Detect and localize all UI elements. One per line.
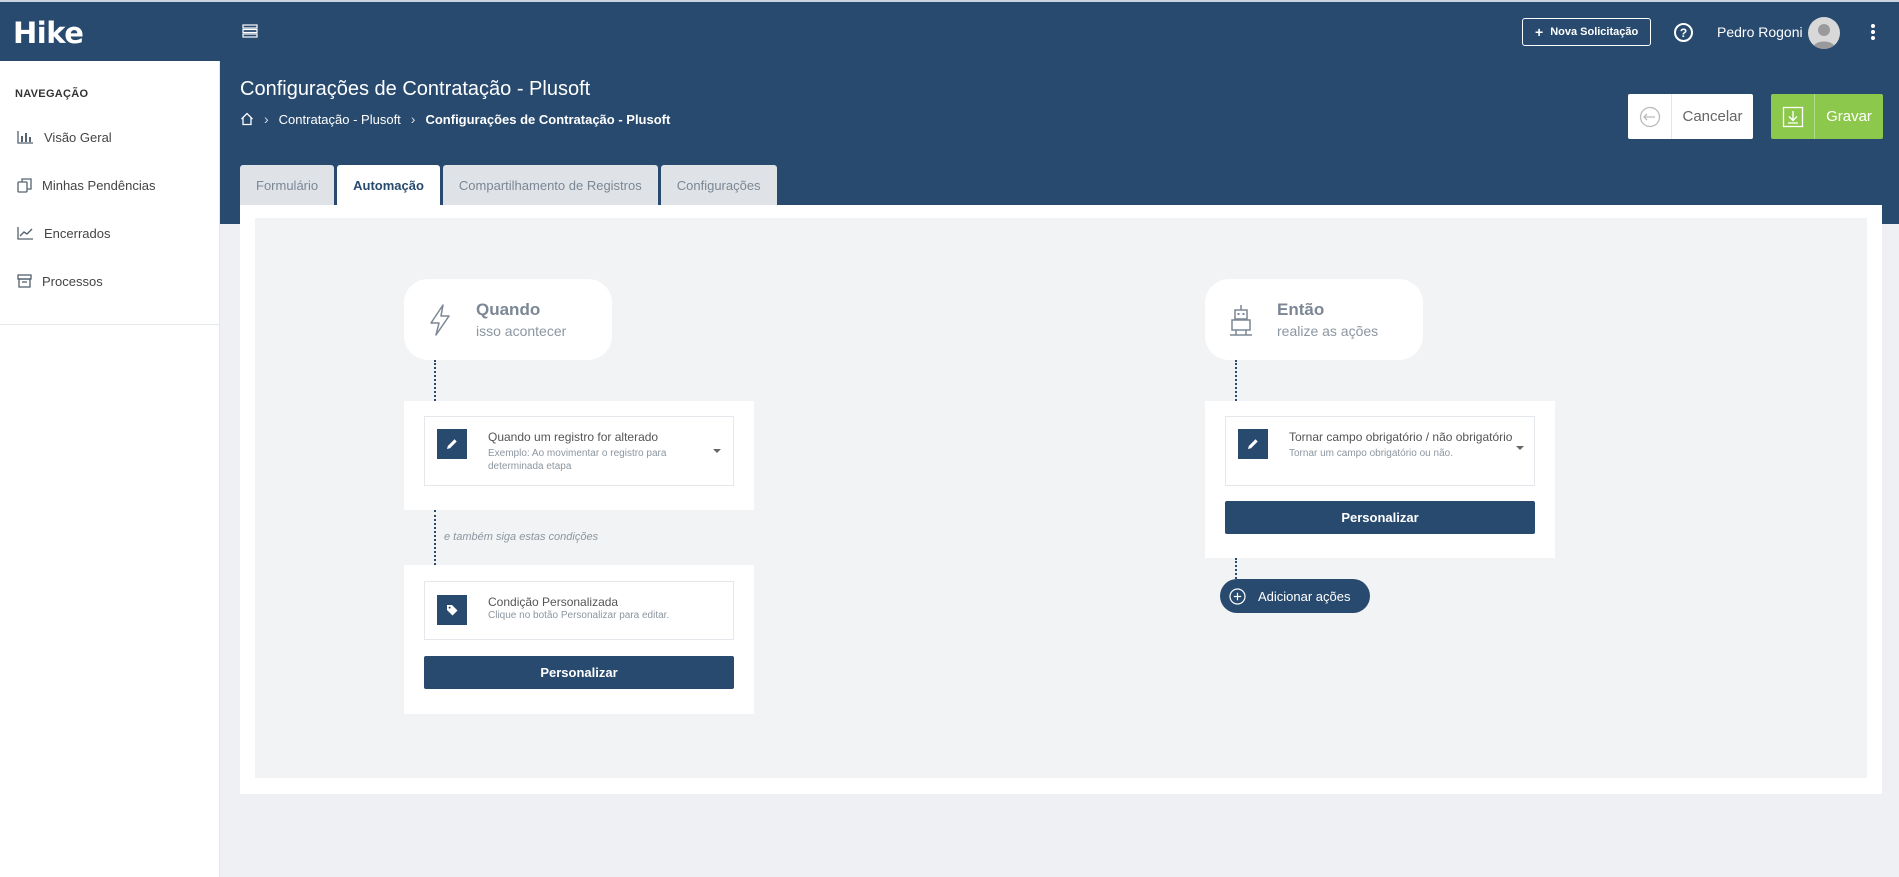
sidebar-item-processos[interactable]: Processos — [0, 261, 219, 301]
cancel-label: Cancelar — [1682, 108, 1743, 125]
nav-heading: NAVEGAÇÃO — [15, 88, 89, 100]
save-icon — [1782, 106, 1803, 127]
condition-title: Condição Personalizada — [488, 595, 619, 609]
sidebar-item-encerrados[interactable]: Encerrados — [0, 213, 219, 253]
tab-configuracoes[interactable]: Configurações — [660, 165, 777, 205]
home-icon[interactable] — [240, 112, 254, 126]
undo-icon — [1639, 106, 1660, 127]
avatar[interactable] — [1808, 17, 1840, 49]
app-logo[interactable]: Hike — [13, 16, 84, 50]
add-actions-label: Adicionar ações — [1258, 588, 1351, 604]
menu-toggle-icon[interactable] — [242, 24, 258, 38]
breadcrumb-item[interactable]: Contratação - Plusoft — [279, 112, 401, 127]
tab-formulario[interactable]: Formulário — [240, 165, 335, 205]
plus-circle-icon — [1229, 587, 1246, 605]
trigger-panel: Quando um registro for alterado Exemplo:… — [404, 401, 754, 510]
tab-compartilhamento[interactable]: Compartilhamento de Registros — [442, 165, 658, 205]
add-actions-button[interactable]: Adicionar ações — [1220, 579, 1370, 613]
cancel-button[interactable]: Cancelar — [1628, 94, 1753, 139]
top-bar: Hike + Nova Solicitação ? Pedro Rogoni — [0, 0, 1899, 61]
user-name[interactable]: Pedro Rogoni — [1717, 24, 1803, 40]
sidebar-item-label: Visão Geral — [44, 129, 112, 145]
tab-automacao[interactable]: Automação — [337, 165, 440, 205]
save-button[interactable]: Gravar — [1771, 94, 1883, 139]
trigger-title: Quando um registro for alterado — [488, 430, 659, 444]
then-header-card: Então realize as ações — [1205, 279, 1423, 360]
action-title: Tornar campo obrigatório / não obrigatór… — [1289, 430, 1513, 444]
trigger-select[interactable]: Quando um registro for alterado Exemplo:… — [424, 416, 734, 486]
connector-line — [434, 510, 436, 565]
chevron-right-icon: › — [410, 111, 416, 127]
breadcrumb-current: Configurações de Contratação - Plusoft — [425, 111, 671, 127]
pencil-icon — [1248, 439, 1258, 449]
page-title: Configurações de Contratação - Plusoft — [240, 78, 591, 100]
connector-line — [1235, 558, 1237, 579]
new-request-button[interactable]: + Nova Solicitação — [1522, 18, 1652, 46]
when-header-card: Quando isso acontecer — [404, 279, 612, 360]
tab-bar: Formulário Automação Compartilhamento de… — [240, 165, 777, 205]
sidebar-item-label: Encerrados — [44, 225, 111, 241]
then-subtitle: realize as ações — [1277, 323, 1379, 339]
archive-icon — [17, 274, 32, 288]
lightning-icon — [430, 303, 450, 336]
trigger-description: Exemplo: Ao movimentar o registro para d… — [488, 448, 667, 472]
action-select[interactable]: Tornar campo obrigatório / não obrigatór… — [1225, 416, 1535, 486]
save-label: Gravar — [1826, 108, 1872, 125]
connector-line — [1235, 360, 1237, 401]
sidebar-item-label: Processos — [42, 273, 103, 289]
condition-panel: Condição Personalizada Clique no botão P… — [404, 565, 754, 714]
condition-item[interactable]: Condição Personalizada Clique no botão P… — [424, 581, 734, 640]
bar-chart-icon — [17, 131, 33, 144]
sidebar-item-label: Minhas Pendências — [42, 177, 156, 193]
when-title: Quando — [476, 300, 541, 319]
customize-condition-button[interactable]: Personalizar — [424, 656, 734, 689]
when-subtitle: isso acontecer — [476, 323, 567, 339]
more-options-icon[interactable] — [1870, 24, 1876, 42]
chevron-right-icon: › — [264, 111, 269, 127]
help-icon[interactable]: ? — [1674, 23, 1693, 42]
breadcrumb: › Contratação - Plusoft › Configurações … — [240, 111, 670, 127]
tag-icon — [447, 605, 458, 616]
customize-action-button[interactable]: Personalizar — [1225, 501, 1535, 534]
sidebar-divider — [0, 324, 219, 325]
plus-icon: + — [1535, 24, 1544, 40]
line-chart-icon — [17, 227, 33, 240]
sidebar-item-minhas-pendencias[interactable]: Minhas Pendências — [0, 165, 219, 205]
copy-icon — [17, 177, 32, 193]
chevron-down-icon — [713, 449, 721, 453]
action-panel: Tornar campo obrigatório / não obrigatór… — [1205, 401, 1555, 558]
sidebar: NAVEGAÇÃO Visão Geral Minhas Pendências … — [0, 61, 220, 877]
condition-description: Clique no botão Personalizar para editar… — [488, 610, 670, 621]
sidebar-item-visao-geral[interactable]: Visão Geral — [0, 117, 219, 157]
robot-icon — [1230, 304, 1252, 336]
then-title: Então — [1277, 300, 1325, 319]
action-description: Tornar um campo obrigatório ou não. — [1289, 448, 1453, 459]
connector-line — [434, 360, 436, 401]
conditions-text: e também siga estas condições — [444, 531, 599, 543]
new-request-label: Nova Solicitação — [1550, 26, 1639, 38]
chevron-down-icon — [1516, 446, 1524, 450]
pencil-icon — [447, 439, 457, 449]
